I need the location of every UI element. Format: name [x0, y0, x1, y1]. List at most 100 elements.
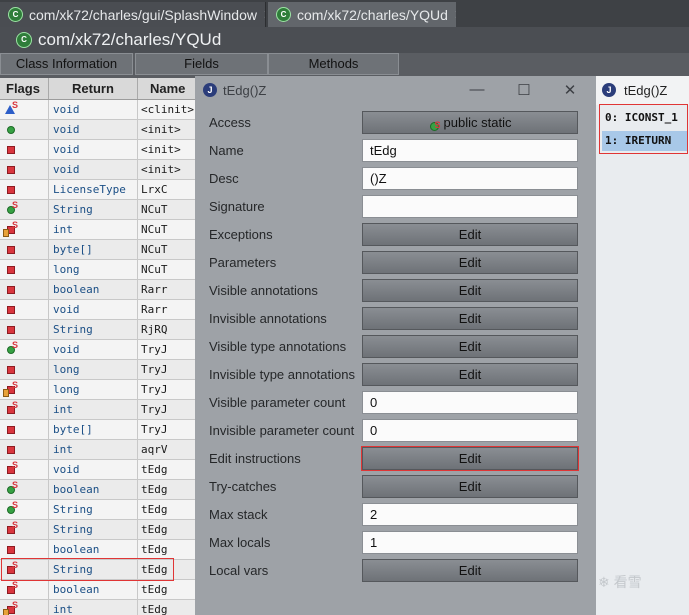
table-row[interactable]: LicenseType LrxC: [0, 180, 195, 200]
flags-cell: [0, 440, 49, 459]
field-row: Max locals 1: [195, 529, 596, 557]
table-row[interactable]: long TryJ: [0, 360, 195, 380]
table-row[interactable]: Svoid tEdg: [0, 460, 195, 480]
return-cell: boolean: [49, 580, 138, 599]
tab-fields[interactable]: Fields: [135, 53, 268, 75]
return-cell: int: [49, 600, 138, 615]
minimize-button[interactable]: —: [468, 81, 486, 98]
table-row[interactable]: Svoid TryJ: [0, 340, 195, 360]
table-row[interactable]: long NCuT: [0, 260, 195, 280]
exceptions-button[interactable]: Edit: [362, 223, 578, 246]
name-cell: TryJ: [141, 343, 168, 356]
static-badge-icon: S: [12, 220, 19, 230]
table-row[interactable]: S String tEdg: [0, 500, 195, 520]
static-badge-icon: S: [12, 580, 19, 590]
final-badge-icon: [3, 389, 9, 397]
name-cell: <init>: [141, 143, 181, 156]
return-cell: void: [49, 120, 138, 139]
invisible-annotations-button[interactable]: Edit: [362, 307, 578, 330]
button-label: Edit: [458, 339, 482, 354]
table-row[interactable]: boolean Rarr: [0, 280, 195, 300]
signature-field[interactable]: [362, 195, 578, 218]
final-badge-icon: [3, 609, 9, 615]
table-row[interactable]: Slong TryJ: [0, 380, 195, 400]
name-cell: NCuT: [141, 223, 168, 236]
local-vars-button[interactable]: Edit: [362, 559, 578, 582]
parameters-button[interactable]: Edit: [362, 251, 578, 274]
maximize-button[interactable]: ☐: [515, 81, 533, 99]
visible-parameter-count-field[interactable]: 0: [362, 391, 578, 414]
field-row: Try-catches Edit: [195, 473, 596, 501]
edit-instructions-button[interactable]: Edit: [361, 446, 579, 471]
table-row[interactable]: S String NCuT: [0, 200, 195, 220]
name-field[interactable]: tEdg: [362, 139, 578, 162]
static-badge-icon: S: [12, 340, 19, 350]
access-button[interactable]: Spublic static: [362, 111, 578, 134]
static-badge-icon: S: [12, 480, 19, 490]
invisible-parameter-count-field[interactable]: 0: [362, 419, 578, 442]
flags-cell: [0, 320, 49, 339]
name-cell: TryJ: [141, 403, 168, 416]
table-row[interactable]: Sint tEdg: [0, 600, 195, 615]
tab-methods[interactable]: Methods: [268, 53, 399, 75]
return-cell: void: [49, 340, 138, 359]
return-cell: int: [49, 220, 138, 239]
selection-highlight: [1, 558, 174, 581]
flags-cell: [0, 140, 49, 159]
tab-yqud[interactable]: C com/xk72/charles/YQUd ✕: [268, 2, 456, 27]
table-row[interactable]: Sint NCuT: [0, 220, 195, 240]
flags-cell: [0, 280, 49, 299]
max-locals-field[interactable]: 1: [362, 531, 578, 554]
try-catches-button[interactable]: Edit: [362, 475, 578, 498]
dialog-title-bar: J tEdg()Z — ☐ ✕: [195, 76, 596, 105]
return-cell: long: [49, 360, 138, 379]
button-label: Edit: [458, 311, 482, 326]
close-icon[interactable]: ✕: [454, 7, 456, 23]
visible-annotations-button[interactable]: Edit: [362, 279, 578, 302]
table-row[interactable]: boolean tEdg: [0, 540, 195, 560]
field-row: Invisible annotations Edit: [195, 305, 596, 333]
tab-label: com/xk72/charles/gui/SplashWindow: [29, 6, 257, 23]
table-row[interactable]: void <init>: [0, 160, 195, 180]
table-row[interactable]: String RjRQ: [0, 320, 195, 340]
close-button[interactable]: ✕: [561, 81, 579, 99]
max-stack-field[interactable]: 2: [362, 503, 578, 526]
table-row[interactable]: Svoid <clinit>: [0, 100, 195, 120]
desc-field[interactable]: ()Z: [362, 167, 578, 190]
button-label: Edit: [458, 255, 482, 270]
instruction-list: 0: ICONST_1 1: IRETURN: [596, 105, 689, 615]
table-row[interactable]: byte[] TryJ: [0, 420, 195, 440]
static-badge-icon: S: [12, 600, 19, 610]
methods-table: Flags Return Name Svoid <clinit> void <init…: [0, 78, 195, 615]
return-cell: int: [49, 400, 138, 419]
name-cell: <init>: [141, 123, 181, 136]
return-cell: String: [49, 520, 138, 539]
table-row[interactable]: void Rarr: [0, 300, 195, 320]
table-row[interactable]: Sboolean tEdg: [0, 480, 195, 500]
snowflake-icon: ❄: [598, 574, 610, 590]
tab-splash-window[interactable]: C com/xk72/charles/gui/SplashWindow ✕: [0, 2, 266, 27]
flags-cell: [0, 420, 49, 439]
close-icon[interactable]: ✕: [263, 7, 265, 23]
field-row: Local vars Edit: [195, 557, 596, 585]
table-row[interactable]: Sint TryJ: [0, 400, 195, 420]
header-flags[interactable]: Flags: [0, 78, 49, 99]
private-icon: [7, 246, 15, 254]
flags-cell: [0, 540, 49, 559]
flags-cell: [0, 120, 49, 139]
header-name[interactable]: Name: [138, 78, 195, 99]
name-cell: NCuT: [141, 243, 168, 256]
table-row[interactable]: S String tEdg: [0, 520, 195, 540]
private-icon: [7, 426, 15, 434]
table-row[interactable]: byte[] NCuT: [0, 240, 195, 260]
flags-cell: S: [0, 460, 49, 479]
table-row[interactable]: int aqrV: [0, 440, 195, 460]
tab-class-information[interactable]: Class Information: [0, 53, 133, 75]
invisible-type-annotations-button[interactable]: Edit: [362, 363, 578, 386]
table-row[interactable]: void <init>: [0, 120, 195, 140]
header-return[interactable]: Return: [49, 78, 138, 99]
visible-type-annotations-button[interactable]: Edit: [362, 335, 578, 358]
table-row[interactable]: void <init>: [0, 140, 195, 160]
table-row[interactable]: Sboolean tEdg: [0, 580, 195, 600]
class-icon: C: [8, 7, 23, 22]
